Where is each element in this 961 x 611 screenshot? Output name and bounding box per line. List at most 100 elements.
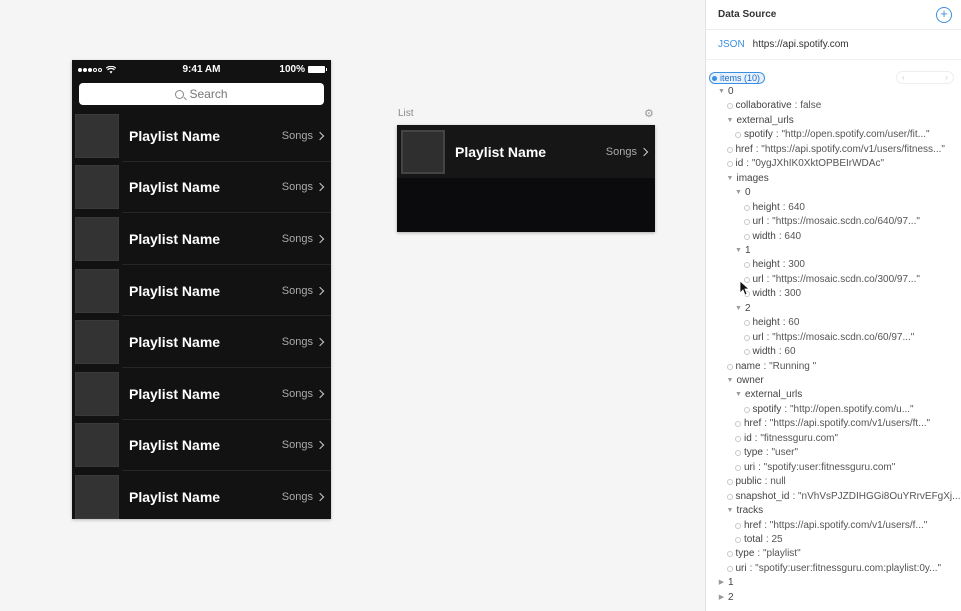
items-node[interactable]: items (10) [709, 72, 766, 84]
status-bar: 9:41 AM 100% [72, 60, 331, 80]
tree-node[interactable]: spotify: "http://open.spotify.com/user/f… [735, 128, 930, 142]
tree-node[interactable]: ▼ external_urls [735, 388, 805, 402]
songs-link[interactable]: Songs [282, 491, 325, 503]
playlist-name: Playlist Name [129, 334, 221, 351]
songs-link[interactable]: Songs [282, 233, 325, 245]
field-dot-icon [735, 450, 741, 457]
songs-link[interactable]: Songs [606, 146, 649, 158]
playlist-row[interactable]: Playlist Name Songs [72, 471, 331, 519]
tree-node[interactable]: id: "fitnessguru.com" [735, 432, 838, 446]
tree-value: : "Running " [763, 360, 817, 372]
tree-node[interactable]: href: "https://api.spotify.com/v1/users/… [735, 519, 927, 533]
data-source-row[interactable]: JSON https://api.spotify.com [706, 30, 961, 60]
tree-node[interactable]: name: "Running " [726, 360, 817, 374]
tree-value: : "http://open.spotify.com/user/fit..." [775, 129, 930, 141]
songs-label: Songs [281, 387, 313, 400]
add-data-source-button[interactable]: + [936, 6, 952, 23]
tree-node[interactable]: url: "https://mosaic.scdn.co/300/97..." [743, 273, 920, 287]
expanded-arrow-icon[interactable]: ▼ [735, 186, 742, 200]
tree-node[interactable]: total: 25 [735, 533, 783, 547]
tree-node[interactable]: ▼ 2 [735, 302, 754, 316]
songs-link[interactable]: Songs [282, 181, 325, 193]
tree-node[interactable]: url: "https://mosaic.scdn.co/60/97..." [743, 331, 915, 345]
tree-value: : 25 [765, 533, 783, 545]
expanded-arrow-icon[interactable]: ▼ [727, 172, 734, 186]
source-type-badge: JSON [718, 39, 745, 50]
playlist-name: Playlist Name [129, 282, 221, 299]
playlist-row[interactable]: Playlist Name Songs [72, 420, 331, 472]
collapsed-arrow-icon[interactable]: ▶ [718, 576, 725, 590]
tree-node[interactable]: width: 60 [743, 345, 796, 359]
playlist-row[interactable]: Playlist Name Songs [72, 213, 331, 265]
field-dot-icon [726, 161, 733, 168]
playlist-thumbnail [75, 113, 119, 158]
expanded-arrow-icon[interactable]: ▼ [735, 388, 742, 402]
list-item[interactable]: Playlist Name Songs [397, 125, 655, 178]
tree-node[interactable]: public: null [726, 475, 786, 489]
playlist-row[interactable]: Playlist Name Songs [72, 265, 331, 317]
playlist-row[interactable]: Playlist Name Songs [72, 368, 331, 420]
songs-link[interactable]: Songs [282, 439, 325, 451]
songs-link[interactable]: Songs [282, 336, 325, 348]
tree-node[interactable]: uri: "spotify:user:fitnessguru.com:playl… [726, 562, 941, 576]
tree-node[interactable]: ▼ 0 [735, 186, 754, 200]
tree-node[interactable]: spotify: "http://open.spotify.com/u..." [743, 403, 914, 417]
tree-key: 1 [728, 577, 734, 589]
playlist-row[interactable]: Playlist Name Songs [72, 110, 331, 162]
tree-node[interactable]: href: "https://api.spotify.com/v1/users/… [726, 143, 945, 157]
chevron-right-icon [315, 286, 325, 295]
expanded-arrow-icon[interactable]: ▼ [727, 114, 734, 128]
tree-node[interactable]: height: 300 [743, 258, 805, 272]
songs-link[interactable]: Songs [282, 130, 325, 142]
tree-node[interactable]: width: 640 [743, 230, 801, 244]
tree-node[interactable]: ▼ images [727, 172, 772, 186]
tree-key: uri [744, 461, 756, 473]
playlist-thumbnail [75, 371, 119, 416]
tree-node[interactable]: uri: "spotify:user:fitnessguru.com" [735, 461, 895, 475]
tree-node[interactable]: snapshot_id: "nVhVsPJZDIHGGi8OuYRrvEFgXj… [726, 490, 961, 504]
field-dot-icon [743, 219, 750, 226]
playlist-name: Playlist Name [129, 127, 221, 144]
expanded-arrow-icon[interactable]: ▼ [727, 374, 734, 388]
tree-node[interactable]: href: "https://api.spotify.com/v1/users/… [735, 417, 930, 431]
expanded-arrow-icon[interactable]: ▼ [735, 244, 742, 258]
chevron-right-icon[interactable]: › [945, 73, 948, 82]
tree-node[interactable]: url: "https://mosaic.scdn.co/640/97..." [743, 215, 920, 229]
tree-node[interactable]: ▼ tracks [727, 504, 767, 518]
playlist-row[interactable]: Playlist Name Songs [72, 162, 331, 214]
expanded-arrow-icon[interactable]: ▼ [735, 302, 742, 316]
songs-link[interactable]: Songs [281, 387, 325, 400]
tree-node[interactable]: ▼ 0 [718, 85, 737, 99]
tree-value: : 60 [782, 317, 800, 329]
tree-node[interactable]: ▼ external_urls [727, 114, 797, 128]
tree-key: spotify [744, 129, 773, 141]
chevron-left-icon[interactable]: ‹ [902, 73, 905, 82]
search-input[interactable]: Search [79, 83, 324, 105]
items-label: items (10) [720, 73, 761, 83]
playlist-row[interactable]: Playlist Name Songs [72, 316, 331, 368]
tree-node[interactable]: ▼ owner [727, 374, 767, 388]
tree-node[interactable]: id: "0ygJXhIK0XktOPBEIrWDAc" [726, 157, 884, 171]
tree-node[interactable]: collaborative: false [726, 99, 821, 113]
pagination-control[interactable]: ‹ › [896, 71, 954, 84]
tree-node[interactable]: ▶ 2 [718, 591, 737, 605]
tree-node[interactable]: height: 640 [743, 201, 805, 215]
tree-key: total [744, 533, 763, 545]
tree-node[interactable]: ▶ 1 [718, 576, 737, 590]
expanded-arrow-icon[interactable]: ▼ [727, 504, 734, 518]
expanded-arrow-icon[interactable]: ▼ [718, 85, 725, 99]
tree-node[interactable]: width: 300 [743, 287, 801, 301]
tree-node[interactable]: height: 60 [743, 316, 800, 330]
tree-node[interactable]: ▼ 1 [735, 244, 754, 258]
songs-link[interactable]: Songs [282, 285, 325, 297]
tree-value: : "https://mosaic.scdn.co/60/97..." [766, 331, 915, 343]
field-dot-icon [743, 204, 750, 211]
gear-icon[interactable]: ⚙ [644, 107, 654, 120]
collapsed-arrow-icon[interactable]: ▶ [718, 591, 725, 605]
tree-node[interactable]: type: "playlist" [726, 547, 801, 561]
tree-value: : "user" [765, 447, 799, 459]
list-component[interactable]: Playlist Name Songs [397, 125, 655, 232]
tree-value: : "nVhVsPJZDIHGGi8OuYRrvEFgXj..." [792, 490, 961, 502]
tree-node[interactable]: type: "user" [735, 446, 798, 460]
tree-key: url [752, 273, 764, 285]
